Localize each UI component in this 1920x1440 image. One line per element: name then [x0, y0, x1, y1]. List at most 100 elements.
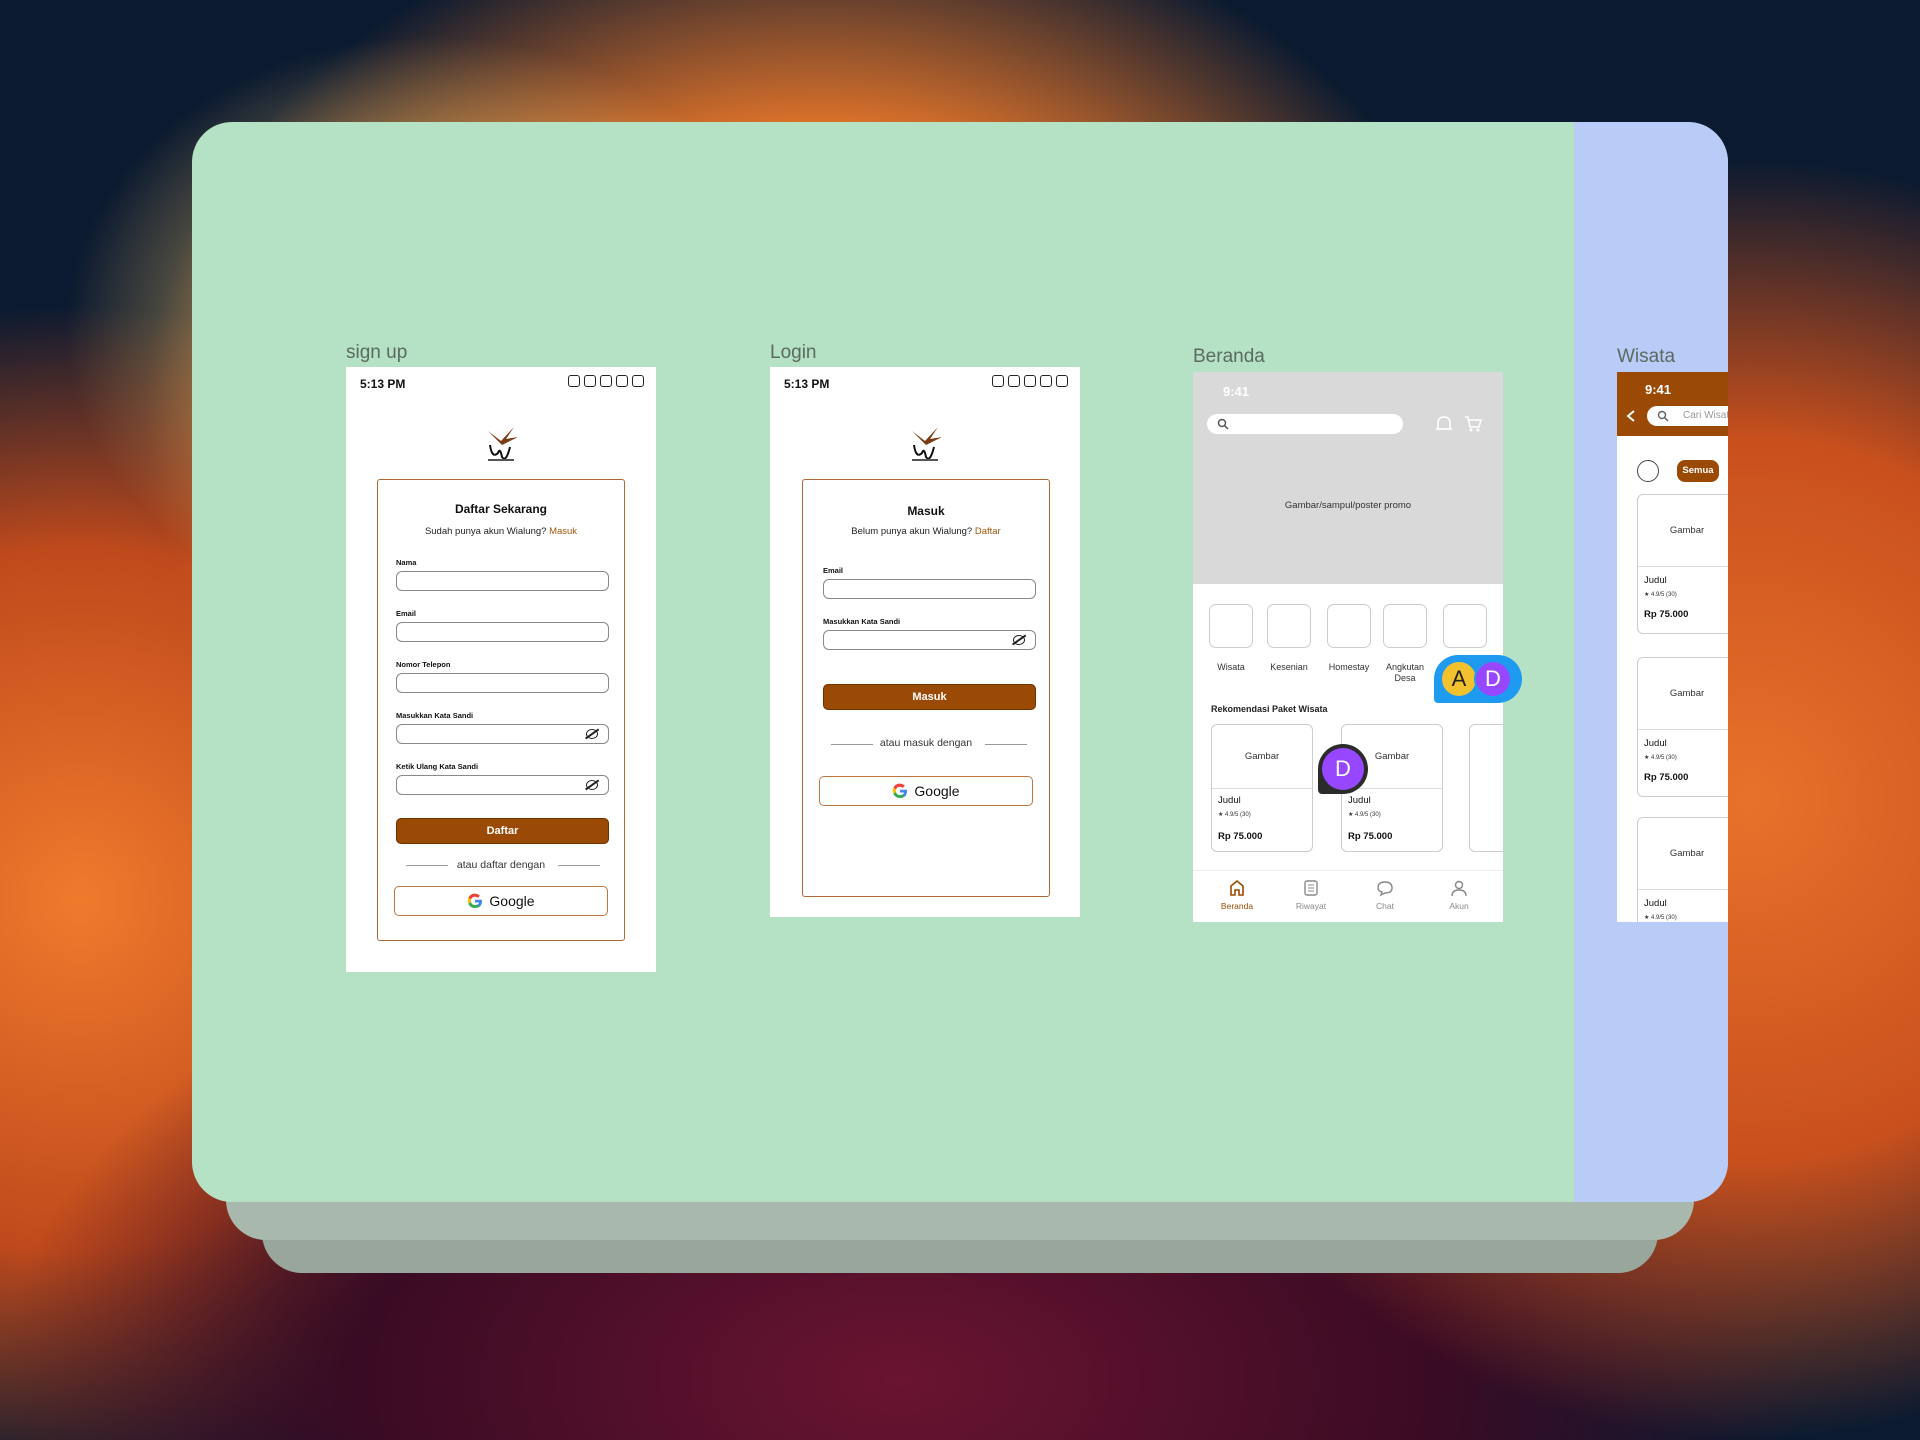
field-label: Ketik Ulang Kata Sandi [396, 762, 479, 771]
card-image: Gambar [1638, 818, 1728, 890]
daftar-button[interactable]: Daftar [396, 818, 609, 844]
divider-text: atau masuk dengan [879, 737, 973, 749]
filter-icon[interactable] [1637, 460, 1659, 482]
eye-off-icon[interactable] [586, 729, 598, 739]
google-button[interactable]: Google [819, 776, 1033, 806]
wisata-card[interactable]: Gambar Judul ★ 4.9/5 (30) Rp 75.000 [1637, 494, 1728, 634]
login-form: Masuk Belum punya akun Wialung? Daftar E… [802, 479, 1050, 897]
home-icon [1230, 879, 1244, 896]
filter-chip-semua[interactable]: Semua [1677, 460, 1719, 482]
field-label: Nomor Telepon [396, 660, 451, 669]
masuk-link[interactable]: Masuk [549, 526, 577, 537]
email-input[interactable] [396, 622, 609, 642]
design-canvas[interactable]: sign up 5:13 PM Daftar Sekarang Sudah pu… [192, 122, 1728, 1202]
package-card[interactable]: Gambar Judul ★ 4.9/5 (30) Rp 75.000 [1211, 724, 1313, 852]
signup-form: Daftar Sekarang Sudah punya akun Wialung… [377, 479, 625, 941]
search-input[interactable] [1207, 414, 1403, 434]
avatar[interactable]: A [1440, 660, 1478, 698]
search-icon [1217, 418, 1229, 430]
card-title: Judul [1644, 898, 1667, 909]
form-subtitle: Belum punya akun Wialung? Daftar [851, 526, 1001, 537]
star-icon: ★ [1644, 755, 1652, 761]
category-label[interactable]: Kesenian [1259, 662, 1319, 673]
confirm-password-input[interactable] [396, 775, 609, 795]
card-title: Judul [1644, 738, 1667, 749]
star-icon: ★ [1218, 812, 1226, 818]
status-icons [568, 375, 644, 387]
card-image: Gambar [1638, 495, 1728, 567]
field-label: Nama [396, 558, 417, 567]
phone-input[interactable] [396, 673, 609, 693]
wialung-logo [912, 427, 942, 461]
category-label[interactable]: Angkutan Desa [1375, 662, 1435, 684]
category-label[interactable]: Wisata [1201, 662, 1261, 673]
promo-banner[interactable]: 9:41 Gambar/sampul/poster promo [1193, 372, 1503, 584]
history-list-icon [1304, 880, 1318, 896]
wisata-card[interactable]: Gambar Judul ★ 4.9/5 (30) [1637, 817, 1728, 922]
status-time: 9:41 [1645, 382, 1672, 397]
eye-off-icon[interactable] [1013, 635, 1025, 645]
eye-off-icon[interactable] [586, 780, 598, 790]
avatar[interactable]: D [1322, 748, 1364, 790]
star-icon: ★ [1644, 915, 1652, 921]
category-label[interactable]: Homestay [1319, 662, 1379, 673]
status-time: 5:13 PM [360, 377, 406, 391]
card-price: Rp 75.000 [1644, 772, 1689, 783]
form-title: Daftar Sekarang [454, 502, 548, 516]
masuk-button[interactable]: Masuk [823, 684, 1036, 710]
email-input[interactable] [823, 579, 1036, 599]
card-price: Rp 75.000 [1218, 831, 1263, 842]
status-time: 5:13 PM [784, 377, 830, 391]
field-label: Email [396, 609, 417, 618]
nav-beranda[interactable]: Beranda [1207, 879, 1267, 911]
field-label: Masukkan Kata Sandi [396, 711, 474, 720]
form-subtitle: Sudah punya akun Wialung? Masuk [424, 526, 578, 537]
card-rating: ★ 4.9/5 (30) [1644, 915, 1677, 921]
notification-bell-icon[interactable] [1435, 414, 1453, 434]
bottom-navigation: Beranda Riwayat Chat Akun [1193, 870, 1503, 922]
card-rating: ★ 4.9/5 (30) [1644, 755, 1677, 761]
nav-riwayat[interactable]: Riwayat [1281, 879, 1341, 911]
frame-login[interactable]: 5:13 PM Masuk Belum punya akun Wialung? … [770, 367, 1080, 917]
category-kesenian-icon[interactable] [1267, 604, 1311, 648]
wisata-header: 9:41 Cari Wisata [1617, 372, 1728, 436]
password-input[interactable] [823, 630, 1036, 650]
card-rating: ★ 4.9/5 (30) [1218, 812, 1251, 818]
frame-label-login[interactable]: Login [770, 342, 817, 364]
frame-beranda[interactable]: 9:41 Gambar/sampul/poster promo Wisata K… [1193, 372, 1503, 922]
password-input[interactable] [396, 724, 609, 744]
google-button[interactable]: Google [394, 886, 608, 916]
category-angkutan-icon[interactable] [1383, 604, 1427, 648]
card-price: Rp 75.000 [1644, 609, 1689, 620]
wisata-card[interactable]: Gambar Judul ★ 4.9/5 (30) Rp 75.000 [1637, 657, 1728, 797]
chat-icon [1377, 881, 1393, 897]
search-icon [1657, 410, 1669, 422]
nav-akun[interactable]: Akun [1429, 879, 1489, 911]
category-more-icon[interactable] [1443, 604, 1487, 648]
frame-label-wisata[interactable]: Wisata [1617, 346, 1675, 368]
divider-text: atau daftar dengan [456, 859, 546, 871]
frame-label-signup[interactable]: sign up [346, 342, 407, 364]
card-title: Judul [1644, 575, 1667, 586]
wialung-logo [488, 427, 518, 461]
back-arrow-icon[interactable] [1625, 409, 1637, 423]
cart-icon[interactable] [1463, 414, 1483, 434]
daftar-link[interactable]: Daftar [975, 526, 1001, 537]
card-title: Judul [1218, 795, 1241, 806]
card-image: Gambar [1212, 725, 1312, 789]
package-card-partial[interactable] [1469, 724, 1503, 852]
avatar[interactable]: D [1474, 660, 1512, 698]
category-wisata-icon[interactable] [1209, 604, 1253, 648]
frame-signup[interactable]: 5:13 PM Daftar Sekarang Sudah punya akun… [346, 367, 656, 972]
field-label: Masukkan Kata Sandi [823, 617, 901, 626]
frame-label-beranda[interactable]: Beranda [1193, 346, 1265, 368]
name-input[interactable] [396, 571, 609, 591]
google-icon [468, 893, 483, 909]
star-icon: ★ [1644, 592, 1652, 598]
category-homestay-icon[interactable] [1327, 604, 1371, 648]
frame-wisata[interactable]: 9:41 Cari Wisata Semua Gambar Judul ★ 4.… [1617, 372, 1728, 922]
promo-placeholder: Gambar/sampul/poster promo [1284, 500, 1412, 511]
form-title: Masuk [907, 504, 945, 518]
status-icons [992, 375, 1068, 387]
nav-chat[interactable]: Chat [1355, 879, 1415, 911]
